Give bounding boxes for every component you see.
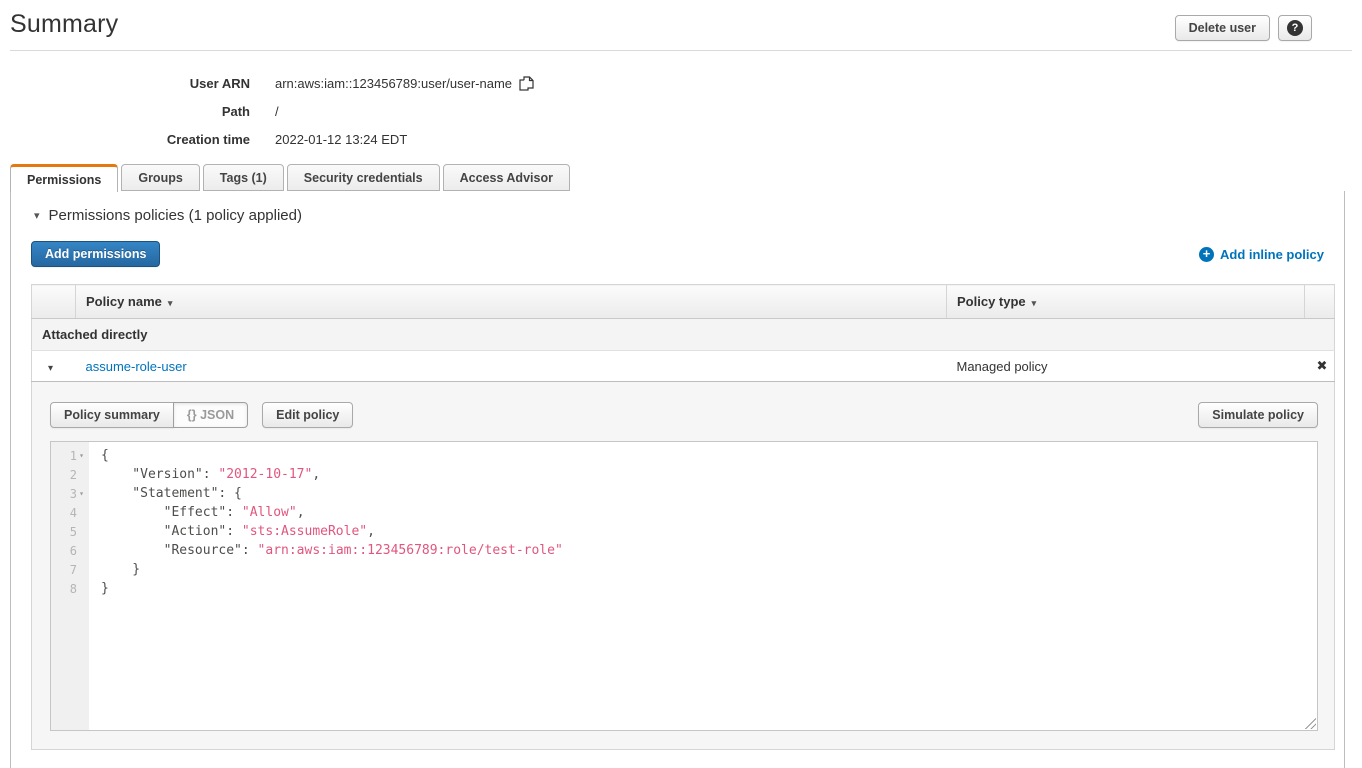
line-number: 5: [70, 525, 77, 539]
code-line: "Statement": {: [101, 484, 1317, 503]
fold-caret-icon[interactable]: ▾: [77, 451, 86, 460]
policy-row-assume-role-user: ▾ assume-role-user Managed policy ✖: [32, 351, 1335, 382]
detail-row-creation-time: Creation time 2022-01-12 13:24 EDT: [10, 125, 1352, 153]
tab-permissions[interactable]: Permissions: [10, 164, 118, 192]
code-line: }: [101, 560, 1317, 579]
user-arn-label: User ARN: [10, 76, 250, 91]
policy-name-column-header[interactable]: Policy name▾: [76, 285, 947, 319]
fold-caret-icon[interactable]: ▾: [77, 489, 86, 498]
path-value: /: [275, 104, 279, 119]
header-divider: [10, 50, 1352, 51]
code-line: {: [101, 446, 1317, 465]
line-number: 3: [70, 487, 77, 501]
policy-detail-row: Policy summary {} JSON Edit policy Simul…: [32, 382, 1335, 750]
editor-resize-handle[interactable]: [1303, 716, 1316, 729]
policy-table: Policy name▾ Policy type▾ Attached direc…: [31, 284, 1335, 750]
code-line: "Resource": "arn:aws:iam::123456789:role…: [101, 541, 1317, 560]
code-line: "Version": "2012-10-17",: [101, 465, 1317, 484]
collapse-caret-icon: ▾: [34, 209, 40, 222]
line-number: 8: [70, 582, 77, 596]
permissions-policies-section-header[interactable]: ▾ Permissions policies (1 policy applied…: [31, 207, 1335, 224]
json-policy-editor[interactable]: 1▾ 2 3▾ 4 5 6 7 8 { "V: [50, 441, 1318, 731]
policy-table-header-row: Policy name▾ Policy type▾: [32, 285, 1335, 319]
tab-security-credentials[interactable]: Security credentials: [287, 164, 440, 191]
page-header: Summary Delete user ?: [10, 0, 1352, 41]
editor-gutter: 1▾ 2 3▾ 4 5 6 7 8: [51, 442, 89, 730]
policy-detail-panel: Policy summary {} JSON Edit policy Simul…: [32, 382, 1334, 749]
tab-bar: Permissions Groups Tags (1) Security cre…: [10, 164, 1352, 191]
editor-code-area: { "Version": "2012-10-17", "Statement": …: [89, 442, 1317, 598]
line-number: 4: [70, 506, 77, 520]
tab-access-advisor[interactable]: Access Advisor: [443, 164, 570, 191]
permissions-policies-title: Permissions policies (1 policy applied): [49, 207, 302, 224]
attached-directly-group-row: Attached directly: [32, 319, 1335, 351]
json-view-button[interactable]: {} JSON: [173, 402, 248, 428]
sort-caret-icon: ▾: [168, 298, 173, 308]
code-line: "Effect": "Allow",: [101, 503, 1317, 522]
action-column-header: [1305, 285, 1335, 319]
policy-actions-row: Add permissions + Add inline policy: [31, 241, 1335, 267]
line-number: 2: [70, 468, 77, 482]
policy-detail-toolbar: Policy summary {} JSON Edit policy Simul…: [50, 402, 1318, 428]
copy-arn-button[interactable]: [519, 76, 534, 91]
policy-type-column-header[interactable]: Policy type▾: [947, 285, 1305, 319]
creation-time-label: Creation time: [10, 132, 250, 147]
attached-directly-label: Attached directly: [32, 319, 1335, 351]
detail-row-path: Path /: [10, 97, 1352, 125]
policy-summary-button[interactable]: Policy summary: [50, 402, 174, 428]
edit-policy-button[interactable]: Edit policy: [262, 402, 353, 428]
line-number: 7: [70, 563, 77, 577]
row-expand-caret-icon[interactable]: ▾: [42, 363, 53, 374]
add-inline-policy-link[interactable]: + Add inline policy: [1199, 247, 1324, 262]
copy-icon: [519, 76, 534, 91]
detach-policy-icon[interactable]: ✖: [1315, 358, 1330, 374]
line-number: 1: [70, 449, 77, 463]
line-number: 6: [70, 544, 77, 558]
plus-icon: +: [1199, 247, 1214, 262]
header-actions: Delete user ?: [1175, 10, 1352, 41]
sort-caret-icon: ▾: [1032, 298, 1037, 308]
creation-time-value: 2022-01-12 13:24 EDT: [275, 132, 407, 147]
detail-row-user-arn: User ARN arn:aws:iam::123456789:user/use…: [10, 69, 1352, 97]
expand-column-header: [32, 285, 76, 319]
iam-user-summary-page: Summary Delete user ? User ARN arn:aws:i…: [0, 0, 1362, 768]
help-button[interactable]: ?: [1278, 15, 1312, 41]
policy-view-toggle: Policy summary {} JSON: [50, 402, 248, 428]
policy-name-link[interactable]: assume-role-user: [86, 359, 187, 374]
policy-type-value: Managed policy: [947, 351, 1305, 382]
permissions-tab-content: ▾ Permissions policies (1 policy applied…: [10, 191, 1345, 768]
simulate-policy-button[interactable]: Simulate policy: [1198, 402, 1318, 428]
code-line: }: [101, 579, 1317, 598]
page-title: Summary: [10, 10, 118, 39]
code-line: "Action": "sts:AssumeRole",: [101, 522, 1317, 541]
delete-user-button[interactable]: Delete user: [1175, 15, 1270, 41]
add-permissions-button[interactable]: Add permissions: [31, 241, 160, 267]
user-details: User ARN arn:aws:iam::123456789:user/use…: [10, 69, 1352, 153]
tab-tags[interactable]: Tags (1): [203, 164, 284, 191]
tab-groups[interactable]: Groups: [121, 164, 199, 191]
help-icon: ?: [1287, 20, 1303, 36]
user-arn-value: arn:aws:iam::123456789:user/user-name: [275, 76, 512, 91]
path-label: Path: [10, 104, 250, 119]
